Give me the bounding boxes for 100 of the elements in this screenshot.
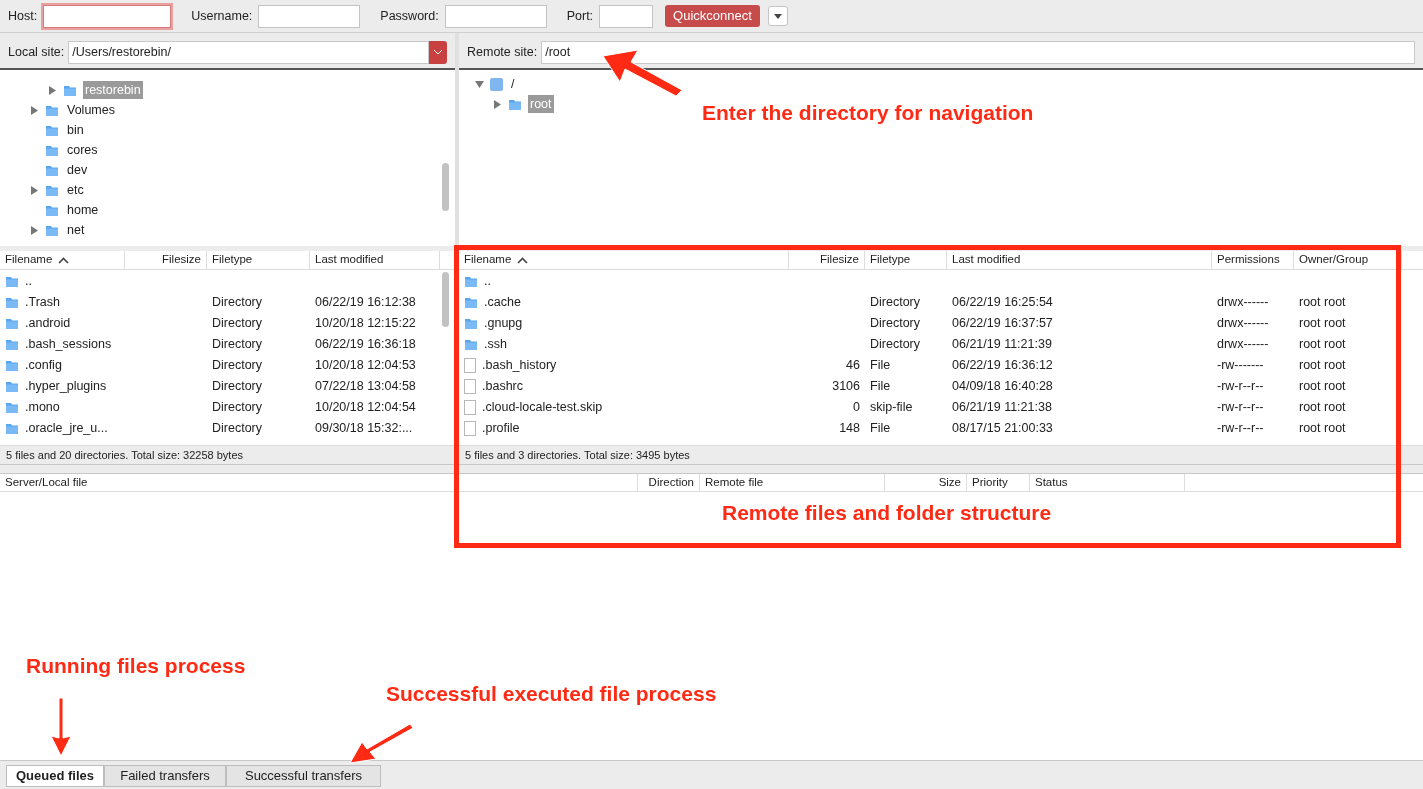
dropdown-button[interactable] [429, 40, 447, 64]
table-cell-text: Directory [212, 336, 262, 354]
column-header[interactable]: Filesize [789, 251, 865, 269]
table-cell[interactable]: .gnupg [484, 314, 523, 333]
focused-input-field[interactable] [43, 4, 172, 28]
table-cell-text: root root [1299, 378, 1346, 396]
table-cell-text: drwx------ [1217, 336, 1269, 354]
table-cell[interactable]: .oracle_jre_u... [25, 419, 108, 438]
file-icon [464, 400, 476, 415]
folder-icon [63, 83, 77, 97]
column-header[interactable]: Owner/Group [1294, 251, 1402, 269]
table-cell[interactable]: .profile [482, 419, 520, 438]
table-cell[interactable]: .config [25, 356, 62, 375]
column-header[interactable]: Last modified [947, 251, 1212, 269]
folder-icon [45, 183, 59, 197]
table-cell-text: root root [1299, 399, 1346, 417]
annotation-label: Enter the directory for navigation [702, 100, 1034, 126]
folder-icon [508, 97, 522, 111]
sort-ascending-icon [58, 256, 70, 264]
table-cell-text: 10/20/18 12:15:22 [315, 315, 416, 333]
table-cell[interactable]: .mono [25, 398, 60, 417]
table-cell-text: root root [1299, 420, 1346, 438]
file-icon [464, 421, 476, 436]
folder-icon [464, 296, 478, 309]
column-header[interactable]: Size [885, 474, 967, 491]
column-header[interactable]: Last modified [310, 251, 440, 269]
tree-item[interactable]: bin [65, 120, 86, 140]
column-header[interactable]: Filename [459, 251, 789, 269]
table-cell-text: Directory [870, 315, 920, 333]
column-header[interactable]: Filesize [125, 251, 207, 269]
folder-icon [45, 223, 59, 237]
table-cell-text: root root [1299, 294, 1346, 312]
column-header[interactable]: Status [1030, 474, 1185, 491]
table-cell-text: 04/09/18 16:40:28 [952, 378, 1053, 396]
dropdown-button[interactable] [767, 6, 788, 26]
scrollbar-thumb[interactable] [442, 272, 449, 327]
table-cell[interactable]: .cache [484, 293, 521, 312]
table-cell-text: 06/22/19 16:36:18 [315, 336, 416, 354]
caret-icon [773, 13, 782, 19]
column-header[interactable]: Direction [638, 474, 700, 491]
folder-icon [464, 317, 478, 330]
table-cell-text: File [870, 357, 891, 375]
table-cell-text: 06/22/19 16:37:57 [952, 315, 1053, 333]
table-cell[interactable]: .hyper_plugins [25, 377, 107, 396]
tab[interactable]: Queued files [6, 765, 104, 787]
column-header[interactable]: Priority [967, 474, 1030, 491]
column-header[interactable]: Filename [0, 251, 125, 269]
table-cell-text: Directory [212, 378, 262, 396]
folder-icon [5, 359, 19, 372]
tree-item[interactable]: dev [65, 160, 90, 180]
column-header[interactable]: Filetype [865, 251, 947, 269]
table-cell[interactable]: .bashrc [482, 377, 523, 396]
table-cell[interactable]: .. [25, 272, 32, 291]
input-field[interactable] [599, 4, 654, 28]
table-cell[interactable]: .android [25, 314, 71, 333]
field-label: Port: [566, 7, 594, 25]
table-cell[interactable]: .cloud-locale-test.skip [482, 398, 603, 417]
table-cell-text: Directory [870, 294, 920, 312]
folder-icon [45, 203, 59, 217]
tree-item[interactable]: cores [65, 140, 100, 160]
column-header[interactable]: Server/Local file [0, 474, 638, 491]
table-cell-text: 46 [846, 357, 860, 375]
table-cell[interactable]: .ssh [484, 335, 507, 354]
tree-item[interactable]: / [509, 74, 517, 94]
annotation-label: Remote files and folder structure [722, 500, 1052, 526]
tree-item[interactable]: Volumes [65, 100, 117, 120]
path-field[interactable]: /root [541, 40, 1415, 64]
tab[interactable]: Successful transfers [226, 765, 381, 787]
sort-ascending-icon [517, 256, 529, 264]
tab[interactable]: Failed transfers [104, 765, 226, 787]
folder-icon [5, 422, 19, 435]
scrollbar-thumb[interactable] [442, 163, 449, 211]
table-cell[interactable]: .bash_history [482, 356, 557, 375]
table-cell[interactable]: .bash_sessions [25, 335, 112, 354]
column-header[interactable]: Remote file [700, 474, 885, 491]
quickconnect-button[interactable]: Quickconnect [665, 5, 760, 27]
input-field[interactable] [444, 4, 547, 28]
table-cell-text: 10/20/18 12:04:54 [315, 399, 416, 417]
column-header[interactable]: Filetype [207, 251, 310, 269]
tree-item[interactable]: home [65, 200, 101, 220]
column-header[interactable]: Permissions [1212, 251, 1294, 269]
table-cell-text: 07/22/18 13:04:58 [315, 378, 416, 396]
field-label: Username: [191, 7, 253, 25]
tree-item[interactable]: etc [65, 180, 86, 200]
input-field[interactable] [258, 4, 361, 28]
table-cell[interactable]: .. [484, 272, 491, 291]
field-label: Host: [8, 7, 38, 25]
table-cell-text: -rw-r--r-- [1217, 399, 1264, 417]
annotation-label: Running files process [26, 653, 246, 679]
table-cell-text: 06/21/19 11:21:39 [952, 336, 1052, 354]
folder-icon [45, 143, 59, 157]
table-cell-text: 148 [839, 420, 860, 438]
unknown-icon [490, 77, 503, 91]
path-field[interactable]: /Users/restorebin/ [68, 40, 429, 64]
field-label: Password: [380, 7, 439, 25]
table-cell-text: Directory [212, 420, 262, 438]
folder-icon [5, 380, 19, 393]
tree-item[interactable]: net [65, 220, 87, 240]
table-cell-text: drwx------ [1217, 294, 1269, 312]
table-cell[interactable]: .Trash [25, 293, 60, 312]
